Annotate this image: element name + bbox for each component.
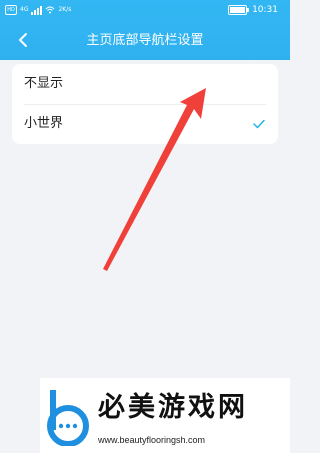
watermark: 必美游戏网 www.beautyflooringsh.com <box>40 378 290 453</box>
wifi-speed: 2K/s <box>58 6 72 13</box>
network-type: 4G <box>20 6 29 13</box>
nav-bar: 主页底部导航栏设置 <box>0 24 290 56</box>
hd-badge: HD <box>5 5 17 15</box>
battery-fill <box>230 7 246 13</box>
option-small-world[interactable]: 小世界 <box>12 104 278 144</box>
app-header: HD 4G 2K/s 10:31 主页底部导航栏设置 <box>0 0 290 60</box>
status-time: 10:31 <box>252 5 278 15</box>
option-hide[interactable]: 不显示 <box>12 64 278 104</box>
watermark-url: www.beautyflooringsh.com <box>98 435 206 445</box>
status-left: HD 4G 2K/s <box>5 0 71 20</box>
option-label: 不显示 <box>24 76 64 91</box>
options-card: 不显示 小世界 <box>12 64 278 144</box>
watermark-name: 必美游戏网 <box>98 392 248 423</box>
page-title: 主页底部导航栏设置 <box>86 33 204 48</box>
option-label: 小世界 <box>24 116 64 131</box>
check-icon <box>253 119 265 129</box>
site-logo-icon <box>47 390 89 446</box>
battery-icon <box>228 5 250 15</box>
status-right: 10:31 <box>228 0 278 20</box>
wifi-icon <box>46 6 55 14</box>
signal-bars-icon <box>31 5 43 15</box>
status-bar: HD 4G 2K/s 10:31 <box>0 0 290 20</box>
